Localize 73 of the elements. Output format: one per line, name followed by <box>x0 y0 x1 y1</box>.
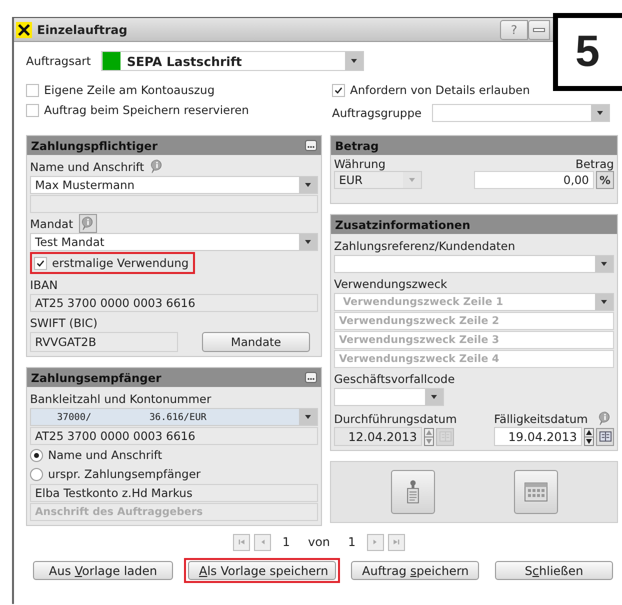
account-dropdown[interactable]: 37000/ 36.616/EUR <box>30 408 318 426</box>
field-label: Auftragsgruppe <box>332 106 422 120</box>
checkbox-label: Auftrag beim Speichern reservieren <box>44 103 249 117</box>
field-label: Durchführungsdatum <box>334 412 457 426</box>
panel-title: Zusatzinformationen <box>335 218 470 232</box>
dropdown-field[interactable] <box>334 388 444 406</box>
more-icon <box>305 372 317 383</box>
dropdown-field[interactable] <box>432 104 610 122</box>
checkbox[interactable] <box>26 84 39 96</box>
spinner-icon <box>424 428 434 446</box>
previous-page-icon <box>258 538 267 546</box>
panel-title: Betrag <box>335 138 379 152</box>
currency-dropdown[interactable]: EUR <box>334 171 422 189</box>
field-label: Verwendungszweck <box>334 276 448 290</box>
page-number: 1 <box>282 535 290 549</box>
field-label: Name und Anschrift <box>30 160 144 174</box>
book-icon <box>438 430 452 443</box>
field-label: Fälligkeitsdatum <box>494 412 588 426</box>
mandate-button[interactable]: Mandate <box>202 332 310 352</box>
field-label: SWIFT (BIC) <box>30 316 98 330</box>
first-page-icon <box>238 538 246 546</box>
radio-label: urspr. Zahlungsempfänger <box>48 467 201 481</box>
radio-label: Name und Anschrift <box>48 448 162 462</box>
calendar-button[interactable] <box>514 470 558 514</box>
field-label: Geschäftsvorfallcode <box>334 372 455 386</box>
dropdown-field[interactable]: Test Mandat <box>30 233 318 251</box>
radio-button[interactable] <box>30 468 43 480</box>
field-label: Bankleitzahl und Kontonummer <box>30 392 212 406</box>
dropdown-field[interactable] <box>334 255 614 273</box>
first-page-button[interactable] <box>233 534 250 550</box>
help-button[interactable]: ? <box>500 20 528 40</box>
more-icon <box>305 140 317 151</box>
field-label: Auftragsart <box>26 54 91 68</box>
dropdown-field[interactable]: Max Mustermann <box>30 176 318 194</box>
date-field: 12.04.2013 <box>334 427 422 446</box>
action-button[interactable]: Als Vorlage speichern <box>188 561 336 580</box>
action-button[interactable]: Aus Vorlage laden <box>33 561 173 580</box>
minimize-icon <box>533 28 545 32</box>
panel-title: Zahlungspflichtiger <box>31 138 158 152</box>
checkbox-label: Eigene Zeile am Kontoauszug <box>44 83 215 97</box>
action-button[interactable]: Auftrag speichern <box>351 561 479 580</box>
calendar-button[interactable] <box>596 428 614 446</box>
checkbox[interactable] <box>26 104 39 116</box>
minimize-button[interactable] <box>528 20 550 40</box>
field-label: Zahlungsreferenz/Kundendaten <box>334 238 516 252</box>
date-field[interactable]: 19.04.2013 <box>494 427 582 446</box>
checkbox-label: erstmalige Verwendung <box>52 256 189 270</box>
spinner-icon <box>584 428 594 446</box>
field-label: Währung <box>334 157 387 171</box>
radio-button[interactable] <box>30 448 43 462</box>
last-page-button[interactable] <box>388 534 405 550</box>
calendar-icon <box>524 480 548 504</box>
field-label: IBAN <box>30 278 58 292</box>
step-number: 5 <box>553 13 622 91</box>
field-label: Mandat <box>30 216 74 230</box>
percent-button[interactable]: % <box>596 171 614 189</box>
crossed-tools-icon <box>16 22 32 38</box>
book-icon <box>598 430 612 443</box>
next-page-icon <box>371 538 380 546</box>
color-swatch-icon <box>102 52 121 70</box>
panel-title: Zahlungsempfänger <box>31 370 162 384</box>
action-button[interactable]: Schließen <box>495 561 613 580</box>
checkbox[interactable] <box>332 84 345 96</box>
window-title: Einzelauftrag <box>37 22 128 36</box>
checkbox[interactable] <box>34 256 47 270</box>
checkbox-label: Anfordern von Details erlauben <box>350 83 530 97</box>
field-label: Betrag <box>575 157 614 171</box>
last-page-icon <box>392 538 400 546</box>
page-of-label: von <box>308 535 330 549</box>
page-total: 1 <box>348 535 356 549</box>
document-button[interactable] <box>390 470 434 514</box>
dropdown-field[interactable]: SEPA Lastschrift <box>100 51 364 71</box>
amount-field[interactable]: 0,00 <box>474 171 594 189</box>
